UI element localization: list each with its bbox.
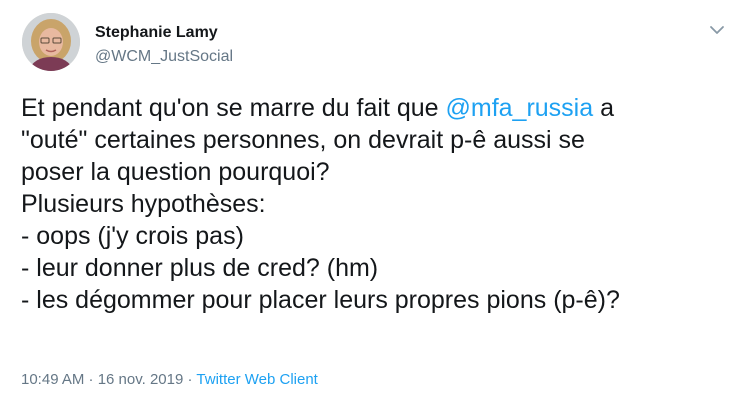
avatar[interactable] [22,13,80,71]
author-name[interactable]: Stephanie Lamy [95,24,218,42]
mention-link[interactable]: @mfa_russia [446,94,594,122]
author-handle[interactable]: @WCM_JustSocial [95,48,233,66]
client-link[interactable]: Twitter Web Client [196,371,317,388]
footer-separator: · [183,371,197,388]
tweet-line-7: - les dégommer pour placer leurs propres… [21,286,620,314]
timestamp-link[interactable]: 10:49 AM · 16 nov. 2019 [21,371,183,388]
tweet-text: Et pendant qu'on se marre du fait que @m… [21,92,721,316]
tweet-text-segment: Et pendant qu'on se marre du fait que [21,94,446,122]
tweet-line-4: Plusieurs hypothèses: [21,190,266,218]
tweet-line-3: poser la question pourquoi? [21,158,330,186]
tweet-card: Stephanie Lamy @WCM_JustSocial Et pendan… [0,0,735,400]
avatar-image [22,13,80,71]
tweet-line-2: "outé" certaines personnes, on devrait p… [21,126,585,154]
chevron-down-icon[interactable] [707,20,727,40]
tweet-line-6: - leur donner plus de cred? (hm) [21,254,379,282]
tweet-text-segment: a [593,94,615,122]
tweet-line-1: Et pendant qu'on se marre du fait que @m… [21,92,721,124]
tweet-footer: 10:49 AM · 16 nov. 2019 · Twitter Web Cl… [21,371,318,388]
tweet-line-5: - oops (j'y crois pas) [21,222,244,250]
